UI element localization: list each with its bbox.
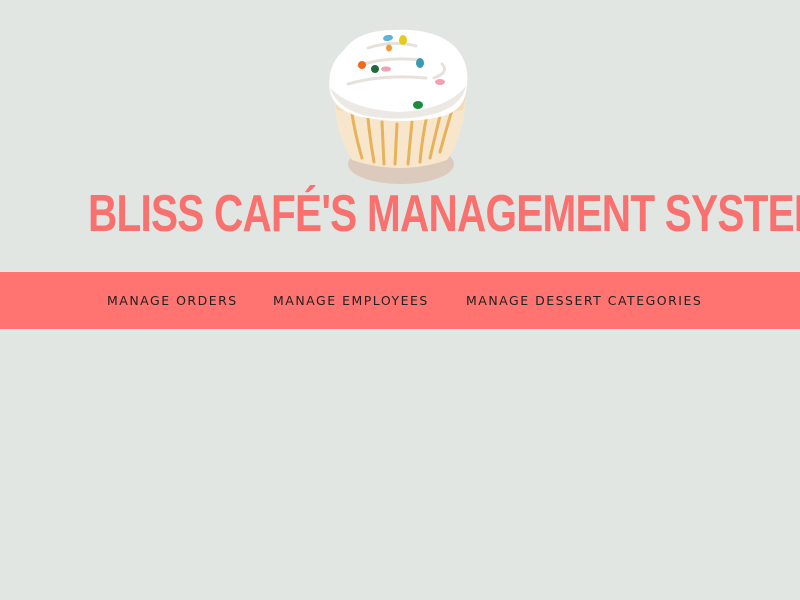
nav-manage-orders[interactable]: MANAGE ORDERS: [107, 272, 238, 329]
site-header: BLISS CAFÉ'S MANAGEMENT SYSTEM: [0, 0, 800, 272]
main-navigation: MANAGE ORDERS MANAGE EMPLOYEES MANAGE DE…: [0, 272, 800, 329]
main-content: [0, 329, 800, 600]
nav-manage-dessert-categories[interactable]: MANAGE DESSERT CATEGORIES: [466, 272, 702, 329]
site-title: BLISS CAFÉ'S MANAGEMENT SYSTEM: [88, 185, 800, 243]
nav-menu: MANAGE ORDERS MANAGE EMPLOYEES MANAGE DE…: [0, 272, 800, 329]
nav-manage-employees[interactable]: MANAGE EMPLOYEES: [273, 272, 429, 329]
cupcake-icon: [322, 26, 472, 186]
